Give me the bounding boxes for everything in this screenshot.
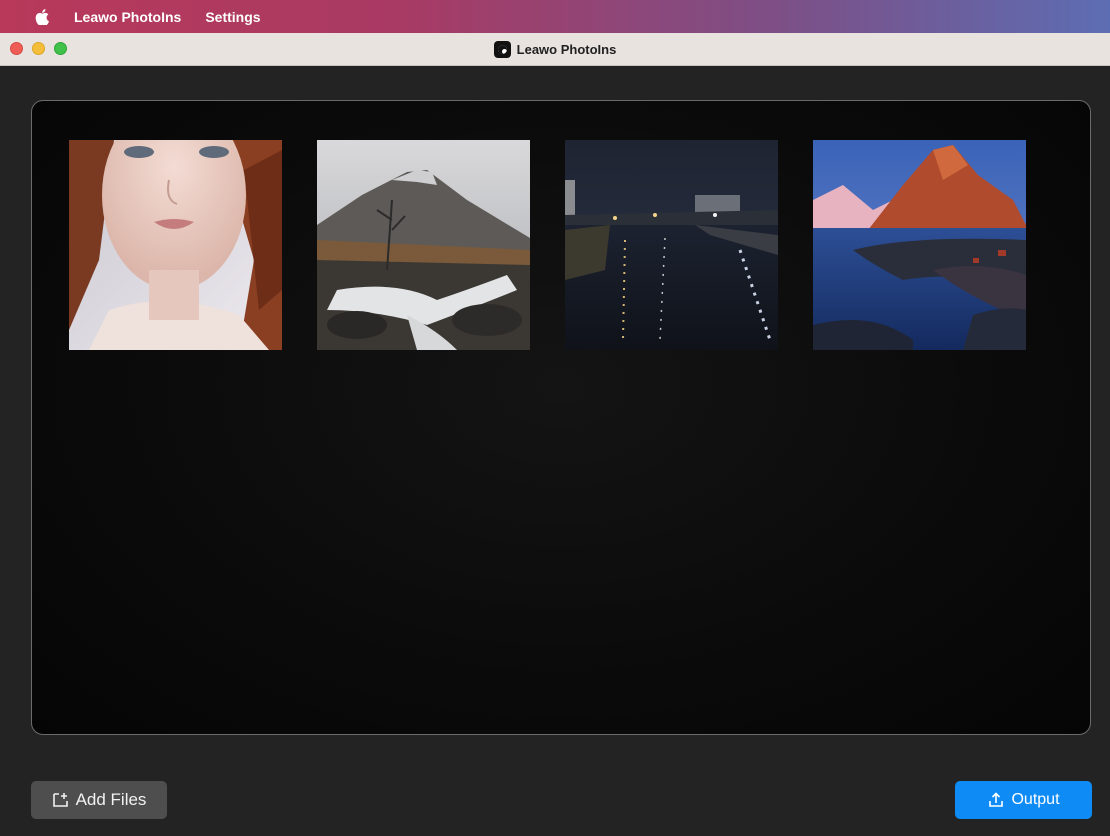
photo-grid-panel[interactable] xyxy=(31,100,1091,735)
mountain-image xyxy=(317,140,530,350)
window-title: Leawo PhotoIns xyxy=(516,41,617,57)
night-river-image xyxy=(565,140,778,350)
menu-bar: Leawo PhotoIns Settings xyxy=(0,0,1110,33)
add-files-label: Add Files xyxy=(75,790,147,809)
photo-thumbnail-night-river[interactable] xyxy=(565,140,778,350)
apple-icon[interactable] xyxy=(35,8,49,25)
traffic-lights xyxy=(10,42,67,55)
menu-item-settings[interactable]: Settings xyxy=(205,9,260,25)
red-mountain-image xyxy=(813,140,1026,350)
output-button[interactable]: Output xyxy=(955,781,1092,819)
portrait-image xyxy=(69,140,282,350)
zoom-window-button[interactable] xyxy=(54,42,67,55)
add-files-button[interactable]: Add Files xyxy=(31,781,167,819)
upload-icon xyxy=(987,792,1005,808)
close-window-button[interactable] xyxy=(10,42,23,55)
photo-thumbnail-portrait[interactable] xyxy=(69,140,282,350)
minimize-window-button[interactable] xyxy=(32,42,45,55)
photo-thumbnail-red-mountain[interactable] xyxy=(813,140,1026,350)
menu-app-name[interactable]: Leawo PhotoIns xyxy=(74,9,181,25)
output-label: Output xyxy=(1011,791,1060,808)
window-title-bar: Leawo PhotoIns xyxy=(0,33,1110,66)
window-title-group: Leawo PhotoIns xyxy=(493,40,617,58)
leawo-photoins-logo-icon xyxy=(493,40,511,58)
photo-thumbnail-mountain[interactable] xyxy=(317,140,530,350)
add-file-icon xyxy=(52,792,70,808)
